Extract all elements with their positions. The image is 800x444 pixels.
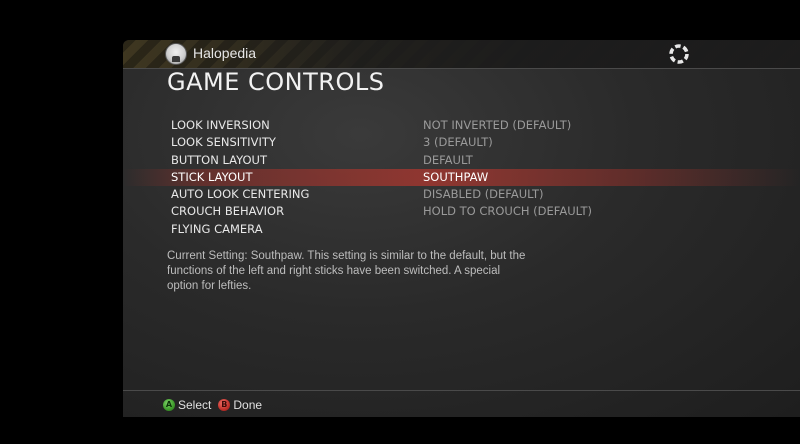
halopedia-logo-icon bbox=[165, 43, 187, 65]
select-hint[interactable]: A Select bbox=[163, 398, 211, 412]
done-label: Done bbox=[233, 398, 263, 412]
menu-item-label: AUTO LOOK CENTERING bbox=[171, 187, 310, 202]
b-button-icon: B bbox=[218, 399, 231, 411]
menu-item-value: HOLD TO CROUCH (DEFAULT) bbox=[423, 204, 592, 219]
menu-item-label: BUTTON LAYOUT bbox=[171, 152, 267, 167]
menu-item-label: CROUCH BEHAVIOR bbox=[171, 204, 285, 219]
menu-item-value: NOT INVERTED (DEFAULT) bbox=[423, 118, 572, 132]
menu-item-stick-layout[interactable]: STICK LAYOUT SOUTHPAW bbox=[123, 168, 800, 187]
menu-item-flying-camera[interactable]: FLYING CAMERA bbox=[123, 221, 800, 238]
menu-item-look-sensitivity[interactable]: LOOK SENSITIVITY 3 (DEFAULT) bbox=[123, 134, 800, 151]
settings-menu: LOOK INVERSION NOT INVERTED (DEFAULT) LO… bbox=[123, 117, 800, 238]
menu-item-value: DISABLED (DEFAULT) bbox=[423, 187, 544, 202]
setting-description: Current Setting: Southpaw. This setting … bbox=[167, 250, 526, 292]
menu-item-value: SOUTHPAW bbox=[423, 169, 489, 184]
menu-item-label: LOOK INVERSION bbox=[171, 118, 270, 132]
menu-item-label: FLYING CAMERA bbox=[171, 221, 263, 236]
menu-item-look-inversion[interactable]: LOOK INVERSION NOT INVERTED (DEFAULT) bbox=[123, 117, 800, 134]
top-bar: Halopedia bbox=[123, 40, 800, 68]
button-hints: A Select B Done bbox=[163, 396, 269, 414]
screen: Halopedia GAME CONTROLS LOOK INVERSION N… bbox=[0, 0, 800, 444]
menu-item-crouch-behavior[interactable]: CROUCH BEHAVIOR HOLD TO CROUCH (DEFAULT) bbox=[123, 203, 800, 220]
menu-item-label: LOOK SENSITIVITY bbox=[171, 135, 276, 150]
menu-item-label: STICK LAYOUT bbox=[171, 169, 253, 184]
select-label: Select bbox=[178, 398, 212, 412]
app-name: Halopedia bbox=[193, 45, 257, 61]
footer-divider bbox=[123, 390, 800, 391]
page-title: GAME CONTROLS bbox=[167, 68, 385, 96]
settings-panel: Halopedia GAME CONTROLS LOOK INVERSION N… bbox=[123, 40, 800, 417]
a-button-icon: A bbox=[163, 399, 175, 411]
loading-ring-icon bbox=[669, 44, 689, 64]
menu-item-button-layout[interactable]: BUTTON LAYOUT DEFAULT bbox=[123, 152, 800, 169]
menu-item-auto-look-centering[interactable]: AUTO LOOK CENTERING DISABLED (DEFAULT) bbox=[123, 186, 800, 203]
done-hint[interactable]: B Done bbox=[218, 398, 262, 412]
menu-item-value: DEFAULT bbox=[423, 152, 473, 167]
menu-item-value: 3 (DEFAULT) bbox=[423, 135, 493, 150]
